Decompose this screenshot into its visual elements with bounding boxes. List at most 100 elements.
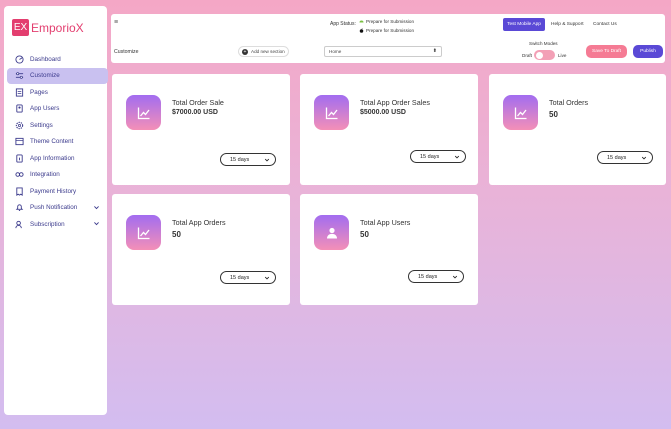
theme-icon — [15, 137, 24, 146]
page-select-value: Home — [329, 49, 342, 54]
period-select[interactable]: 15 days — [220, 271, 276, 284]
select-arrows-icon: ⬍ — [432, 48, 437, 54]
logo-badge: EX — [12, 19, 29, 36]
switch-modes-label: Switch Modes — [529, 41, 558, 46]
sidebar-item-dashboard[interactable]: Dashboard — [7, 51, 108, 68]
trend-chart-icon — [126, 215, 161, 250]
contact-us-link[interactable]: Contact Us — [593, 22, 617, 27]
sidebar-item-label: Theme Content — [30, 138, 74, 146]
gear-icon — [15, 121, 24, 130]
period-select-value: 15 days — [607, 154, 627, 161]
sidebar-item-label: App Users — [30, 105, 60, 113]
plus-icon: + — [242, 48, 248, 55]
sidebar-item-pages[interactable]: Pages — [7, 84, 108, 101]
info-icon — [15, 154, 24, 163]
logo-name: EmporioX — [31, 20, 84, 35]
period-select[interactable]: 15 days — [220, 153, 276, 166]
chevron-down-icon — [264, 276, 270, 280]
top-header: ≡ App Status: Prepare for Submission Pre… — [111, 14, 665, 63]
sidebar-item-customize[interactable]: Customize — [7, 67, 108, 84]
sidebar-item-label: Customize — [30, 72, 60, 80]
sidebar-item-label: Settings — [30, 121, 53, 129]
pages-icon — [15, 88, 24, 97]
ios-status: Prepare for Submission — [359, 26, 414, 35]
user-icon — [314, 215, 349, 250]
sidebar-nav: Dashboard Customize Pages App Users Sett… — [7, 51, 108, 233]
add-section-label: Add new section — [251, 49, 285, 54]
sidebar-item-payment-history[interactable]: Payment History — [7, 183, 108, 200]
sidebar-item-app-users[interactable]: App Users — [7, 101, 108, 118]
live-mode-label: Live — [558, 53, 567, 58]
card-title: Total Order Sale — [172, 98, 224, 107]
card-title: Total App Users — [360, 218, 411, 227]
chevron-down-icon — [641, 156, 647, 160]
card-value: 50 — [360, 230, 369, 239]
card-value: $7000.00 USD — [172, 109, 218, 116]
card-value: $5000.00 USD — [360, 109, 406, 116]
sidebar-item-theme-content[interactable]: Theme Content — [7, 134, 108, 151]
period-select-value: 15 days — [418, 273, 438, 280]
stat-card-total-app-users: Total App Users 50 15 days — [300, 194, 478, 305]
chevron-down-icon — [264, 158, 270, 162]
sidebar-item-label: Payment History — [30, 187, 77, 195]
stat-card-total-app-order-sales: Total App Order Sales $5000.00 USD 15 da… — [300, 74, 478, 185]
sidebar-item-push-notification[interactable]: Push Notification — [7, 200, 108, 217]
dashboard-icon — [15, 55, 24, 64]
save-to-draft-button[interactable]: Save To Draft — [586, 45, 627, 58]
bell-icon — [15, 203, 24, 212]
sliders-icon — [15, 71, 24, 80]
sidebar-item-label: Subscription — [30, 220, 65, 228]
sidebar-item-label: Dashboard — [30, 55, 61, 63]
app-status-label: App Status: — [330, 21, 356, 27]
add-section-button[interactable]: + Add new section — [238, 46, 289, 57]
period-select[interactable]: 15 days — [408, 270, 464, 283]
chevron-down-icon[interactable] — [93, 220, 100, 227]
sidebar-item-label: App Information — [30, 154, 75, 162]
chevron-down-icon — [454, 155, 460, 159]
trend-chart-icon — [503, 95, 538, 130]
toggle-knob — [536, 51, 543, 59]
card-title: Total App Order Sales — [360, 98, 430, 107]
period-select-value: 15 days — [230, 274, 250, 281]
integration-icon — [15, 170, 24, 179]
sidebar-item-label: Pages — [30, 88, 48, 96]
mode-toggle[interactable] — [534, 50, 555, 60]
stat-card-total-app-orders: Total App Orders 50 15 days — [112, 194, 290, 305]
draft-mode-label: Draft — [522, 53, 532, 58]
trend-chart-icon — [126, 95, 161, 130]
stat-card-total-order-sale: Total Order Sale $7000.00 USD 15 days — [112, 74, 290, 185]
chevron-down-icon[interactable] — [93, 204, 100, 211]
sidebar-item-integration[interactable]: Integration — [7, 167, 108, 184]
stat-card-total-orders: Total Orders 50 15 days — [489, 74, 666, 185]
card-value: 50 — [549, 110, 558, 119]
page-select[interactable]: Home ⬍ — [324, 46, 442, 57]
logo[interactable]: EX EmporioX — [12, 19, 84, 36]
page-title: Customize — [114, 49, 139, 55]
sidebar-item-settings[interactable]: Settings — [7, 117, 108, 134]
sidebar-item-app-information[interactable]: App Information — [7, 150, 108, 167]
android-status: Prepare for Submission — [359, 17, 414, 26]
users-icon — [15, 104, 24, 113]
card-value: 50 — [172, 230, 181, 239]
app-status-list: Prepare for Submission Prepare for Submi… — [359, 17, 414, 35]
test-mobile-app-button[interactable]: Test Mobile App — [503, 18, 545, 31]
receipt-icon — [15, 187, 24, 196]
android-status-text: Prepare for Submission — [366, 19, 415, 24]
sidebar-item-label: Push Notification — [30, 204, 78, 212]
publish-button[interactable]: Publish — [633, 45, 663, 58]
card-title: Total Orders — [549, 98, 589, 107]
sidebar-item-subscription[interactable]: Subscription — [7, 216, 108, 233]
menu-icon[interactable]: ≡ — [114, 19, 118, 26]
help-support-link[interactable]: Help & Support — [551, 22, 584, 27]
apple-icon — [359, 28, 364, 33]
sidebar-item-label: Integration — [30, 171, 60, 179]
sidebar: EX EmporioX Dashboard Customize Pages Ap… — [4, 6, 108, 415]
card-title: Total App Orders — [172, 218, 226, 227]
period-select-value: 15 days — [420, 153, 440, 160]
trend-chart-icon — [314, 95, 349, 130]
subscription-icon — [15, 220, 24, 229]
ios-status-text: Prepare for Submission — [366, 28, 415, 33]
period-select[interactable]: 15 days — [597, 151, 653, 164]
chevron-down-icon — [452, 275, 458, 279]
period-select[interactable]: 15 days — [410, 150, 466, 163]
